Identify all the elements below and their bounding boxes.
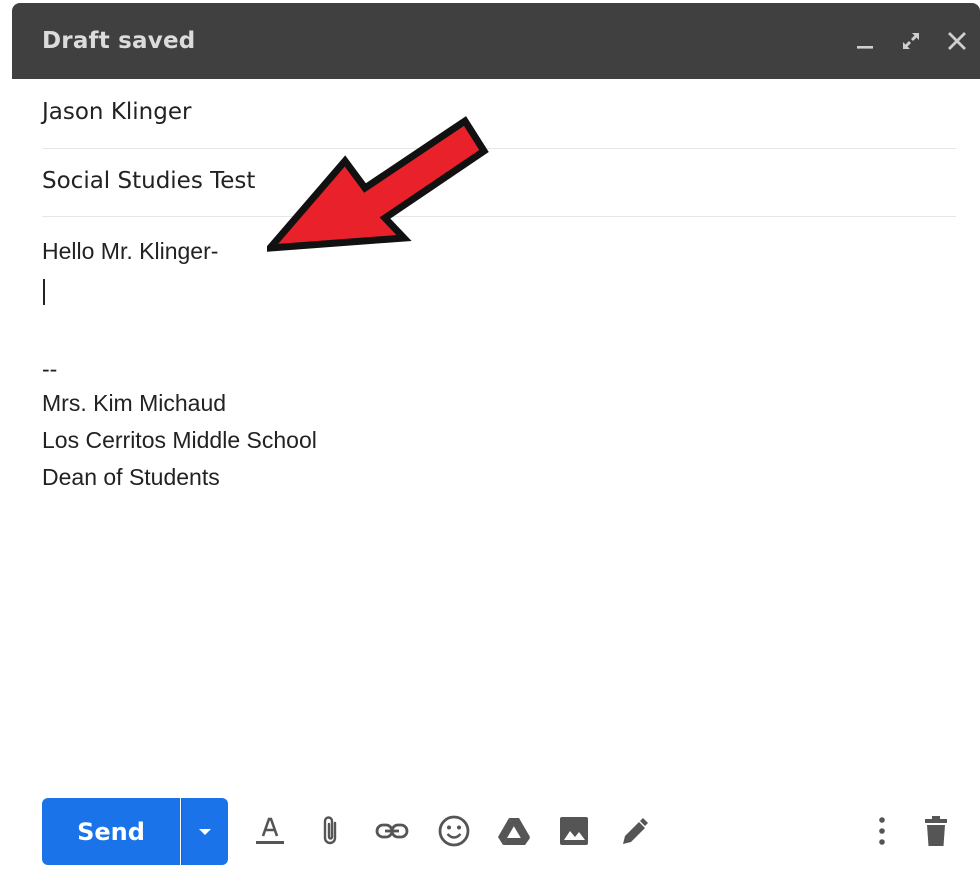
text-cursor <box>43 279 45 305</box>
emoji-icon[interactable] <box>432 809 476 853</box>
header-controls <box>842 3 980 79</box>
close-icon[interactable] <box>934 18 980 64</box>
subject-value: Social Studies Test <box>42 168 256 194</box>
draft-status-title: Draft saved <box>42 28 196 54</box>
delete-icon[interactable] <box>914 809 958 853</box>
annotation-arrow-icon <box>267 116 489 252</box>
send-options-dropdown[interactable] <box>181 798 228 865</box>
photo-icon[interactable] <box>552 809 596 853</box>
signature-line: Mrs. Kim Michaud <box>42 390 227 416</box>
link-icon[interactable] <box>370 809 414 853</box>
body-greeting: Hello Mr. Klinger- <box>42 238 219 264</box>
recipient-name: Jason Klinger <box>42 99 192 125</box>
drive-icon[interactable] <box>492 809 536 853</box>
minimize-icon[interactable] <box>842 18 888 64</box>
more-options-icon[interactable] <box>860 809 904 853</box>
compose-window: Draft saved Jason Klinger Social Studies… <box>12 3 980 885</box>
formatting-icon[interactable] <box>248 809 292 853</box>
signature-icon[interactable] <box>612 809 656 853</box>
signature-separator: -- <box>42 356 58 382</box>
signature-line: Los Cerritos Middle School <box>42 427 317 453</box>
caret-down-icon <box>199 828 211 835</box>
compose-toolbar: Send <box>12 793 980 865</box>
attach-icon[interactable] <box>308 809 352 853</box>
compose-header[interactable]: Draft saved <box>12 3 980 79</box>
signature-line: Dean of Students <box>42 464 220 490</box>
send-button[interactable]: Send <box>42 798 180 865</box>
fullscreen-icon[interactable] <box>888 18 934 64</box>
